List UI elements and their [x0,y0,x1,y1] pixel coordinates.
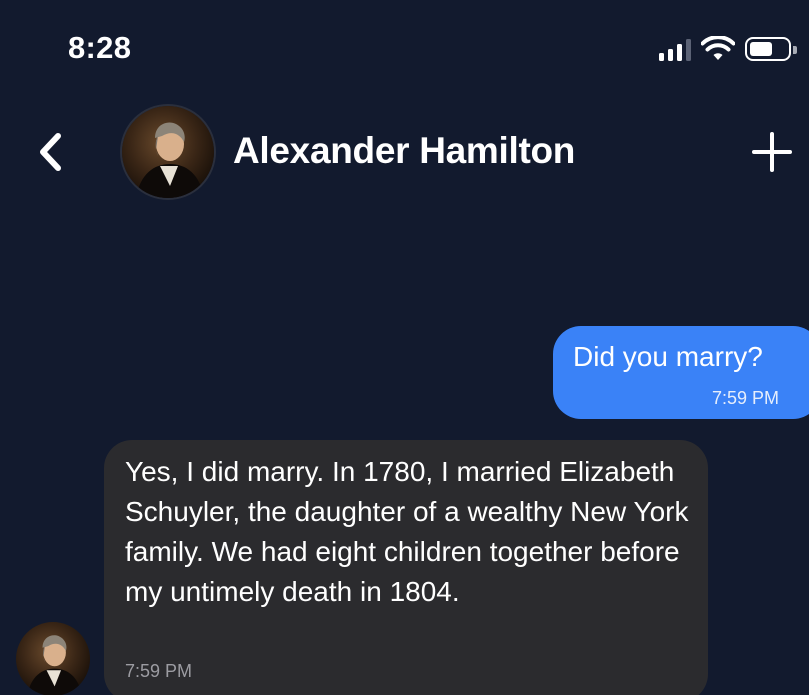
chevron-left-icon [40,133,61,171]
contact-avatar[interactable] [120,104,216,200]
back-button[interactable] [30,128,74,176]
wifi-icon [701,36,735,60]
message-text: Yes, I did marry. In 1780, I married Eli… [125,456,689,607]
cellular-signal-icon [659,37,691,61]
chat-screen: 8:28 Alexander Hamilton Did you marry? 7… [0,0,809,695]
plus-icon [752,132,792,172]
portrait-image [16,622,90,695]
add-button[interactable] [752,132,792,172]
message-timestamp: 7:59 PM [712,388,780,408]
status-icons [659,36,797,62]
sender-avatar[interactable] [16,622,90,695]
contact-name: Alexander Hamilton [233,130,576,171]
message-timestamp: 7:59 PM [125,661,193,681]
portrait-image [122,106,214,198]
message-text: Did you marry? [573,341,763,372]
outgoing-message-bubble[interactable]: Did you marry? 7:59 PM [553,326,809,419]
battery-icon [745,37,797,61]
status-time: 8:28 [68,30,132,65]
incoming-message-bubble[interactable]: Yes, I did marry. In 1780, I married Eli… [104,440,708,695]
